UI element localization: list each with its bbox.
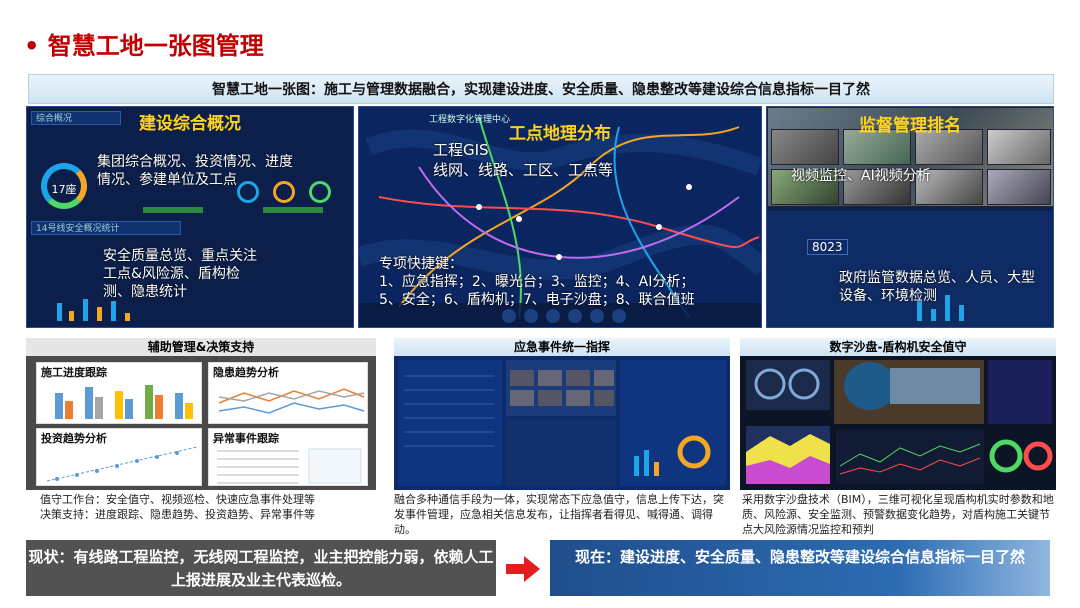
- hazard-card-title: 隐患趋势分析: [213, 366, 279, 379]
- overview-panel[interactable]: 建设综合概况 综合概况 17座 14号线安全概况统计 集团综合概况、投资情况、进…: [26, 106, 354, 328]
- chart-bar: [959, 305, 964, 321]
- sandbox-panel[interactable]: 数字沙盘-盾构机安全值守: [740, 338, 1056, 490]
- chart-bar: [57, 303, 62, 321]
- aux-panel[interactable]: 辅助管理&决策支持 施工进度跟踪 隐患趋势分析 投资趋势分析 异常事件跟踪: [26, 338, 376, 490]
- sandbox-caption: 采用数字沙盘技术（BIM），三维可视化呈现盾构机实时参数和地质、风险源、安全监测…: [742, 493, 1054, 536]
- sandbox-heading: 数字沙盘-盾构机安全值守: [740, 338, 1056, 356]
- map-text-4: 1、应急指挥；2、曝光台；3、监控；4、AI分析；: [379, 274, 695, 290]
- overview-text-2: 安全质量总览、重点关注工点&风险源、盾构检测、隐患统计: [103, 248, 257, 300]
- supervise-panel[interactable]: 监督管理排名 视频监控、AI视频分析 8023 政府监管数据总览、人员、大型设备…: [766, 106, 1054, 328]
- chart-bar: [97, 307, 102, 321]
- emergency-heading: 应急事件统一指挥: [394, 338, 730, 356]
- aux-caption-2: 决策支持：进度跟踪、隐患趋势、投资趋势、异常事件等: [40, 508, 315, 521]
- ring-label: 17座: [51, 183, 77, 196]
- stat-dot: [309, 181, 331, 203]
- status-current: 现状：有线路工程监控，无线网工程监控，业主把控能力弱，依赖人工上报进展及业主代表…: [26, 540, 496, 596]
- progress-card-title: 施工进度跟踪: [41, 366, 107, 379]
- emergency-panel[interactable]: 应急事件统一指挥: [394, 338, 730, 490]
- map-panel[interactable]: 工程数字化管理中心 工点地理分布 工程GIS 线网、线路、工区、工点等 专项快捷…: [358, 106, 762, 328]
- map-text-5: 5、安全；6、盾构机；7、电子沙盘；8、联合值班: [379, 292, 695, 308]
- status-future: 现在：建设进度、安全质量、隐患整改等建设综合信息指标一目了然: [550, 540, 1050, 596]
- arrow-right-icon: [506, 556, 540, 582]
- progress-card[interactable]: 施工进度跟踪: [36, 362, 202, 424]
- chart-bar: [83, 299, 88, 321]
- investment-card-title: 投资趋势分析: [41, 432, 107, 445]
- chart-bar: [931, 309, 936, 321]
- bim-dashboard[interactable]: [740, 356, 1056, 490]
- command-dashboard[interactable]: [394, 356, 730, 490]
- incident-card-title: 异常事件跟踪: [213, 432, 279, 445]
- emergency-caption: 融合多种通信手段为一体，实现常态下应急值守，信息上传下达，突发事件管理，应急相关…: [394, 493, 724, 536]
- page-title: • 智慧工地一张图管理: [24, 32, 264, 60]
- date-pill: [263, 207, 323, 213]
- supervise-heading: 监督管理排名: [859, 116, 961, 136]
- incident-card[interactable]: 异常事件跟踪: [208, 428, 368, 486]
- chart-bar: [125, 313, 130, 321]
- aux-caption-1: 值守工作台：安全值守、视频巡检、快速应急事件处理等: [40, 493, 315, 506]
- map-text-2: 线网、线路、工区、工点等: [433, 161, 614, 179]
- overview-heading: 建设综合概况: [139, 114, 241, 134]
- progress-ring: 17座: [41, 163, 87, 209]
- header-banner: 智慧工地一张图：施工与管理数据融合，实现建设进度、安全质量、隐患整改等建设综合信…: [28, 74, 1054, 104]
- chart-bar: [111, 301, 116, 321]
- date-pill: [143, 207, 203, 213]
- safety-tab[interactable]: 14号线安全概况统计: [31, 221, 181, 235]
- investment-card[interactable]: 投资趋势分析: [36, 428, 202, 486]
- supervise-text-1: 视频监控、AI视频分析: [791, 168, 931, 184]
- video-feed[interactable]: [987, 169, 1051, 205]
- chart-bar: [69, 311, 74, 321]
- map-text-1: 工程GIS: [433, 141, 489, 159]
- map-heading: 工点地理分布: [509, 124, 611, 144]
- map-text-3: 专项快捷键：: [379, 256, 463, 272]
- supervise-text-2: 政府监管数据总览、人员、大型设备、环境检测: [839, 270, 1035, 304]
- counter-value: 8023: [807, 239, 848, 255]
- hazard-card[interactable]: 隐患趋势分析: [208, 362, 368, 424]
- overview-text-1: 集团综合概况、投资情况、进度情况、参建单位及工点: [97, 154, 293, 188]
- aux-heading: 辅助管理&决策支持: [26, 338, 376, 356]
